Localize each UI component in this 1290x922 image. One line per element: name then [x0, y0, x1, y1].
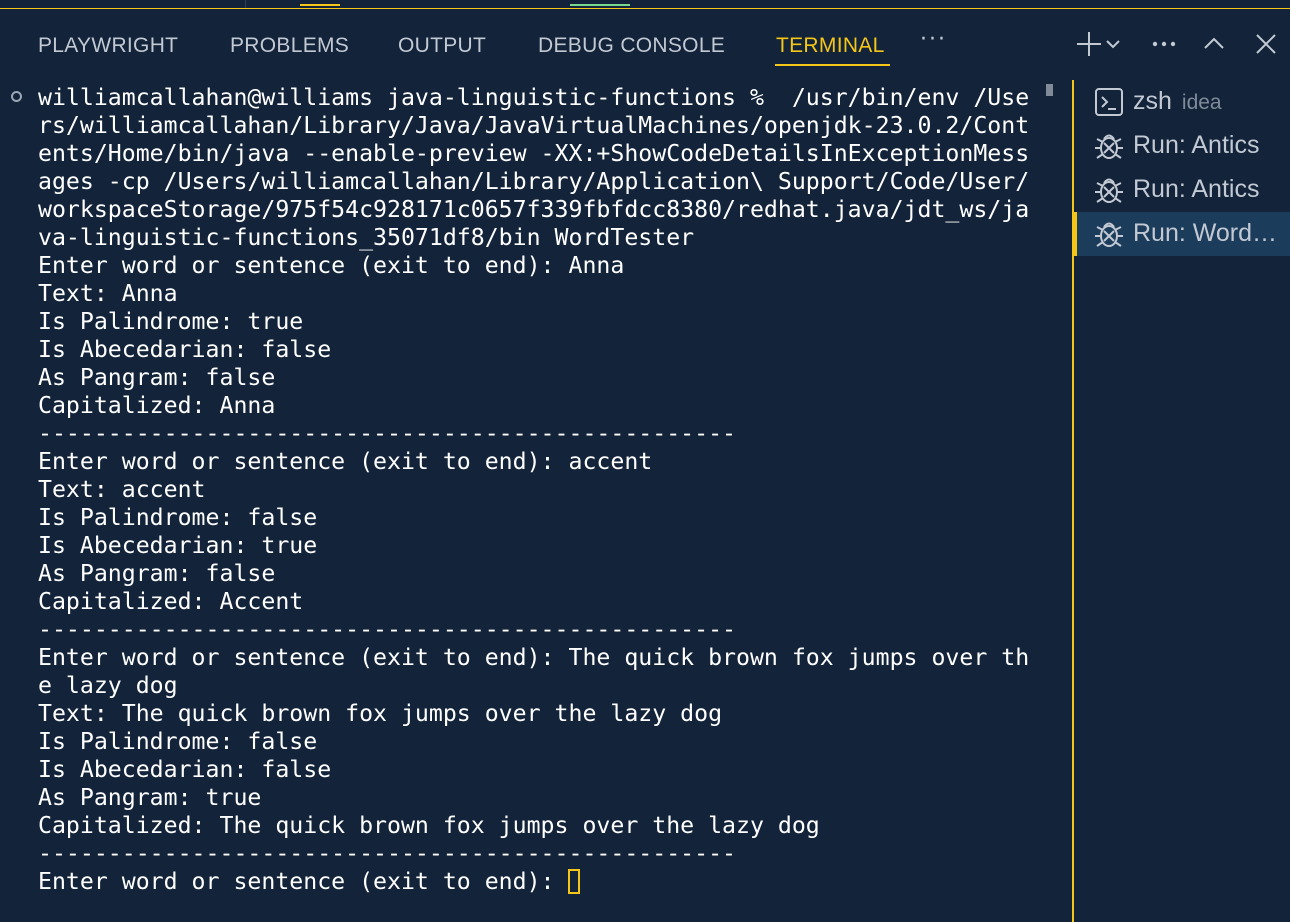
terminal-tab-sublabel: idea: [1181, 91, 1222, 114]
debug-icon: [1095, 222, 1123, 247]
editor-tab-strip: [0, 0, 1290, 8]
terminal-line: Is Palindrome: true: [38, 308, 304, 335]
terminal-line: Enter word or sentence (exit to end): An…: [38, 252, 625, 279]
tab-debug-console[interactable]: DEBUG CONSOLE: [538, 34, 725, 58]
debug-icon: [1095, 134, 1123, 159]
tab-playwright[interactable]: PLAYWRIGHT: [38, 34, 178, 58]
terminal-line: va-linguistic-functions_35071df8/bin Wor…: [38, 224, 695, 251]
terminal-scrollbar-thumb[interactable]: [1046, 84, 1053, 96]
tab-output[interactable]: OUTPUT: [398, 34, 486, 58]
command-status-circle-icon[interactable]: [11, 91, 22, 102]
terminal-tabs-list: zsh idea Run: Antics Run: Antics Run: Wo…: [1074, 80, 1290, 922]
terminal-line: ages -cp /Users/williamcallahan/Library/…: [38, 168, 1030, 195]
editor-tab-remnant: [570, 0, 630, 6]
terminal-tab-label: Run: Antics: [1133, 131, 1260, 159]
chevron-up-icon: [1204, 37, 1224, 49]
terminal-line: e lazy dog: [38, 672, 178, 699]
terminal-cursor[interactable]: [568, 869, 581, 894]
tab-problems[interactable]: PROBLEMS: [230, 34, 349, 58]
debug-icon: [1095, 178, 1123, 203]
editor-tab-divider: [245, 0, 246, 8]
terminal-tab-run-antics[interactable]: Run: Antics: [1074, 168, 1290, 212]
tab-terminal[interactable]: TERMINAL: [776, 34, 885, 58]
terminal-tab-run-wordtester[interactable]: Run: WordTester: [1074, 212, 1290, 256]
terminal-line: Text: Anna: [38, 280, 178, 307]
chevron-down-icon: [1106, 40, 1120, 49]
terminal-view[interactable]: williamcallahan@williams java-linguistic…: [0, 80, 1042, 922]
terminal-line: Is Abecedarian: false: [38, 336, 332, 363]
terminal-tab-label: zsh: [1133, 87, 1172, 115]
plus-icon: [1077, 32, 1101, 56]
terminal-line: Is Abecedarian: true: [38, 532, 318, 559]
terminal-line: Capitalized: Accent: [38, 588, 304, 615]
maximize-panel-button[interactable]: [1197, 27, 1231, 61]
terminal-output[interactable]: williamcallahan@williams java-linguistic…: [38, 84, 1038, 896]
more-horizontal-icon: [1152, 41, 1176, 47]
terminal-line: Capitalized: The quick brown fox jumps o…: [38, 812, 820, 839]
panel-tab-bar: PLAYWRIGHT PROBLEMS OUTPUT DEBUG CONSOLE…: [0, 9, 1290, 79]
terminal-tab-label: Run: WordTester: [1133, 219, 1281, 247]
terminal-line: Is Palindrome: false: [38, 728, 318, 755]
close-icon: [1256, 34, 1276, 54]
terminal-line: Text: accent: [38, 476, 206, 503]
more-tabs-button[interactable]: ···: [920, 27, 947, 52]
more-actions-button[interactable]: [1147, 27, 1181, 61]
terminal-separator: ----------------------------------------…: [38, 616, 737, 643]
active-tab-indicator: [775, 64, 890, 66]
terminal-icon: [1095, 88, 1123, 116]
terminal-line: As Pangram: true: [38, 784, 262, 811]
terminal-line: Is Palindrome: false: [38, 504, 318, 531]
terminal-tab-zsh[interactable]: zsh idea: [1074, 80, 1290, 124]
terminal-line: Capitalized: Anna: [38, 392, 276, 419]
terminal-prompt: Enter word or sentence (exit to end):: [38, 868, 569, 895]
terminal-line: Enter word or sentence (exit to end): ac…: [38, 448, 653, 475]
terminal-profile-dropdown[interactable]: [1103, 27, 1123, 61]
terminal-separator: ----------------------------------------…: [38, 840, 737, 867]
terminal-line: ents/Home/bin/java --enable-preview -XX:…: [38, 140, 1030, 167]
new-terminal-button[interactable]: [1072, 27, 1106, 61]
close-panel-button[interactable]: [1249, 27, 1283, 61]
terminal-line: workspaceStorage/975f54c928171c0657f339f…: [38, 196, 1030, 223]
terminal-line: Is Abecedarian: false: [38, 756, 332, 783]
terminal-line: rs/williamcallahan/Library/Java/JavaVirt…: [38, 112, 1030, 139]
terminal-line: Enter word or sentence (exit to end): Th…: [38, 644, 1030, 671]
terminal-scrollbar[interactable]: [1044, 80, 1056, 922]
terminal-separator: ----------------------------------------…: [38, 420, 737, 447]
selected-indicator: [1074, 212, 1077, 256]
terminal-tab-run-antics[interactable]: Run: Antics: [1074, 124, 1290, 168]
editor-tab-remnant: [300, 0, 340, 6]
terminal-line: williamcallahan@williams java-linguistic…: [38, 84, 1030, 111]
terminal-line: As Pangram: false: [38, 560, 276, 587]
terminal-line: Text: The quick brown fox jumps over the…: [38, 700, 723, 727]
terminal-line: As Pangram: false: [38, 364, 276, 391]
terminal-tab-label: Run: Antics: [1133, 175, 1260, 203]
